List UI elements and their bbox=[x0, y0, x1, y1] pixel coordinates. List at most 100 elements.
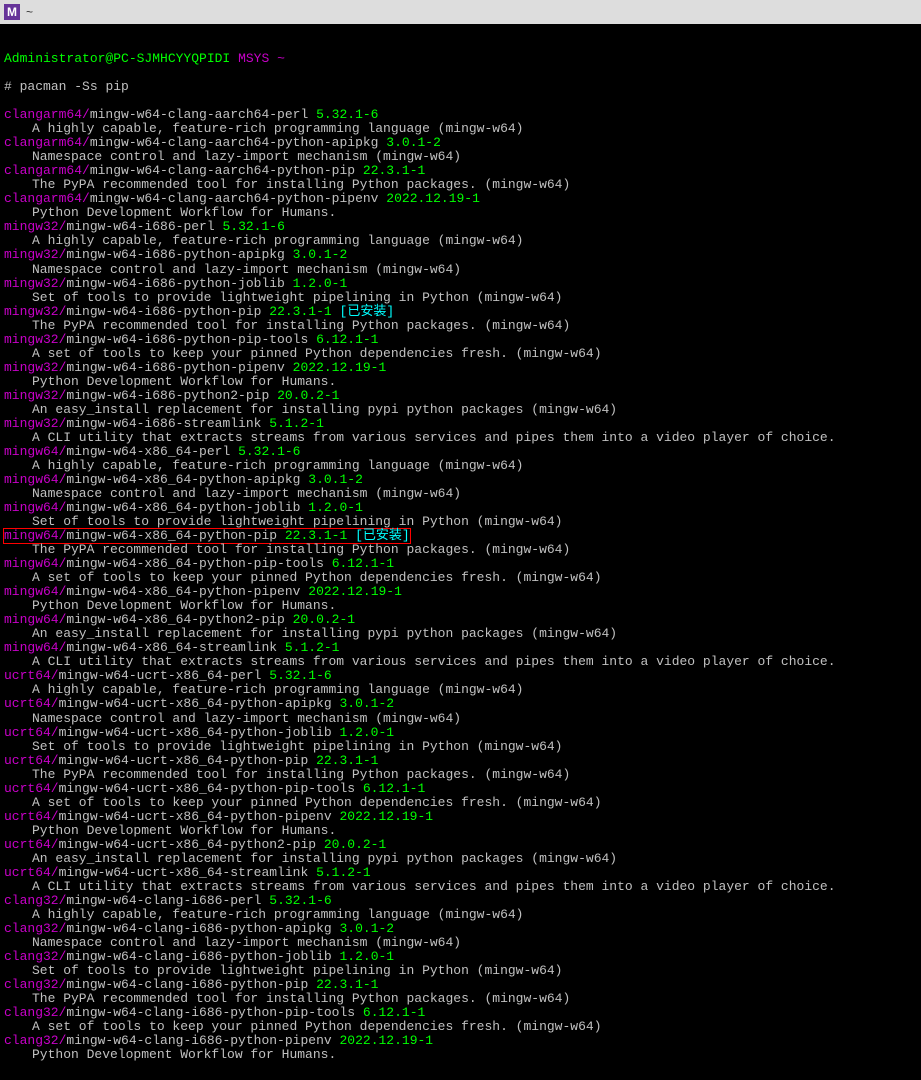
package-line: clang32/mingw-w64-clang-i686-perl 5.32.1… bbox=[4, 894, 917, 908]
package-repo: ucrt64/ bbox=[4, 809, 59, 824]
package-description: The PyPA recommended tool for installing… bbox=[4, 992, 917, 1006]
command-line: # pacman -Ss pip bbox=[4, 80, 917, 94]
package-line: mingw32/mingw-w64-i686-python2-pip 20.0.… bbox=[4, 389, 917, 403]
package-repo: clang32/ bbox=[4, 977, 66, 992]
package-description: Namespace control and lazy-import mechan… bbox=[4, 712, 917, 726]
package-version: 1.2.0-1 bbox=[339, 949, 394, 964]
package-entry: mingw64/mingw-w64-x86_64-python-pipenv 2… bbox=[4, 584, 402, 599]
package-description: The PyPA recommended tool for installing… bbox=[4, 768, 917, 782]
package-repo: clangarm64/ bbox=[4, 191, 90, 206]
package-line: mingw32/mingw-w64-i686-streamlink 5.1.2-… bbox=[4, 417, 917, 431]
package-entry: clang32/mingw-w64-clang-i686-python-pip-… bbox=[4, 1005, 425, 1020]
package-line: clangarm64/mingw-w64-clang-aarch64-pytho… bbox=[4, 164, 917, 178]
package-description: A set of tools to keep your pinned Pytho… bbox=[4, 571, 917, 585]
package-version: 5.32.1-6 bbox=[222, 219, 284, 234]
package-repo: ucrt64/ bbox=[4, 725, 59, 740]
package-description: The PyPA recommended tool for installing… bbox=[4, 178, 917, 192]
package-description: The PyPA recommended tool for installing… bbox=[4, 319, 917, 333]
package-line: clangarm64/mingw-w64-clang-aarch64-pytho… bbox=[4, 136, 917, 150]
package-description: A CLI utility that extracts streams from… bbox=[4, 880, 917, 894]
package-name: mingw-w64-x86_64-python-joblib bbox=[66, 500, 300, 515]
package-status: [已安装] bbox=[340, 304, 395, 319]
package-description: Set of tools to provide lightweight pipe… bbox=[4, 515, 917, 529]
package-line: mingw32/mingw-w64-i686-python-apipkg 3.0… bbox=[4, 248, 917, 262]
package-version: 3.0.1-2 bbox=[339, 921, 394, 936]
package-line: clang32/mingw-w64-clang-i686-python-apip… bbox=[4, 922, 917, 936]
package-repo: ucrt64/ bbox=[4, 753, 59, 768]
package-name: mingw-w64-ucrt-x86_64-python-pip-tools bbox=[59, 781, 355, 796]
package-line: mingw64/mingw-w64-x86_64-python-apipkg 3… bbox=[4, 473, 917, 487]
package-name: mingw-w64-x86_64-python2-pip bbox=[66, 612, 284, 627]
package-name: mingw-w64-x86_64-streamlink bbox=[66, 640, 277, 655]
package-line: mingw64/mingw-w64-x86_64-python-pip 22.3… bbox=[4, 529, 917, 543]
package-version: 6.12.1-1 bbox=[316, 332, 378, 347]
package-version: 5.32.1-6 bbox=[269, 893, 331, 908]
package-repo: mingw32/ bbox=[4, 219, 66, 234]
package-name: mingw-w64-i686-python-pipenv bbox=[66, 360, 284, 375]
package-description: An easy_install replacement for installi… bbox=[4, 852, 917, 866]
package-entry: mingw32/mingw-w64-i686-streamlink 5.1.2-… bbox=[4, 416, 324, 431]
package-entry: mingw32/mingw-w64-i686-python-apipkg 3.0… bbox=[4, 247, 347, 262]
package-description: Python Development Workflow for Humans. bbox=[4, 599, 917, 613]
package-repo: mingw64/ bbox=[4, 556, 66, 571]
package-line: ucrt64/mingw-w64-ucrt-x86_64-python-pip-… bbox=[4, 782, 917, 796]
package-line: mingw64/mingw-w64-x86_64-python2-pip 20.… bbox=[4, 613, 917, 627]
prompt-user: Administrator@PC-SJMHCYYQPIDI bbox=[4, 51, 230, 66]
package-version: 5.1.2-1 bbox=[285, 640, 340, 655]
package-repo: clangarm64/ bbox=[4, 135, 90, 150]
package-version: 2022.12.19-1 bbox=[339, 809, 433, 824]
package-name: mingw-w64-clang-i686-perl bbox=[66, 893, 261, 908]
package-repo: clangarm64/ bbox=[4, 163, 90, 178]
package-entry: mingw32/mingw-w64-i686-perl 5.32.1-6 bbox=[4, 219, 285, 234]
prompt-line: Administrator@PC-SJMHCYYQPIDI MSYS ~ bbox=[4, 52, 917, 66]
package-name: mingw-w64-clang-aarch64-python-apipkg bbox=[90, 135, 379, 150]
package-line: mingw64/mingw-w64-x86_64-python-pip-tool… bbox=[4, 557, 917, 571]
package-line: ucrt64/mingw-w64-ucrt-x86_64-python2-pip… bbox=[4, 838, 917, 852]
package-version: 22.3.1-1 bbox=[269, 304, 331, 319]
package-line: clang32/mingw-w64-clang-i686-python-jobl… bbox=[4, 950, 917, 964]
package-line: mingw64/mingw-w64-x86_64-python-joblib 1… bbox=[4, 501, 917, 515]
package-repo: mingw64/ bbox=[4, 640, 66, 655]
package-entry: mingw64/mingw-w64-x86_64-python2-pip 20.… bbox=[4, 612, 355, 627]
package-line: ucrt64/mingw-w64-ucrt-x86_64-python-pip … bbox=[4, 754, 917, 768]
package-repo: mingw32/ bbox=[4, 304, 66, 319]
package-entry: clang32/mingw-w64-clang-i686-python-pip … bbox=[4, 977, 379, 992]
package-description: A highly capable, feature-rich programmi… bbox=[4, 122, 917, 136]
package-line: mingw64/mingw-w64-x86_64-perl 5.32.1-6 bbox=[4, 445, 917, 459]
package-repo: ucrt64/ bbox=[4, 865, 59, 880]
package-description: Python Development Workflow for Humans. bbox=[4, 1048, 917, 1062]
titlebar[interactable]: M ~ bbox=[0, 0, 921, 24]
package-repo: ucrt64/ bbox=[4, 837, 59, 852]
package-version: 5.32.1-6 bbox=[269, 668, 331, 683]
package-name: mingw-w64-i686-python-pip bbox=[66, 304, 261, 319]
package-version: 6.12.1-1 bbox=[363, 1005, 425, 1020]
package-name: mingw-w64-x86_64-python-pipenv bbox=[66, 584, 300, 599]
package-entry: ucrt64/mingw-w64-ucrt-x86_64-python2-pip… bbox=[4, 837, 386, 852]
package-name: mingw-w64-clang-i686-python-pip bbox=[66, 977, 308, 992]
package-description: Set of tools to provide lightweight pipe… bbox=[4, 291, 917, 305]
package-name: mingw-w64-ucrt-x86_64-python-joblib bbox=[59, 725, 332, 740]
package-name: mingw-w64-clang-i686-python-pipenv bbox=[66, 1033, 331, 1048]
package-repo: clang32/ bbox=[4, 1005, 66, 1020]
package-description: A highly capable, feature-rich programmi… bbox=[4, 234, 917, 248]
package-repo: ucrt64/ bbox=[4, 696, 59, 711]
msys2-icon: M bbox=[4, 4, 20, 20]
package-entry: ucrt64/mingw-w64-ucrt-x86_64-python-apip… bbox=[4, 696, 394, 711]
terminal-content[interactable]: Administrator@PC-SJMHCYYQPIDI MSYS ~ # p… bbox=[0, 24, 921, 1080]
package-repo: clang32/ bbox=[4, 893, 66, 908]
package-repo: mingw32/ bbox=[4, 332, 66, 347]
package-version: 22.3.1-1 bbox=[316, 753, 378, 768]
package-version: 2022.12.19-1 bbox=[339, 1033, 433, 1048]
command-text: pacman -Ss pip bbox=[20, 79, 129, 94]
package-description: A set of tools to keep your pinned Pytho… bbox=[4, 796, 917, 810]
package-description: Namespace control and lazy-import mechan… bbox=[4, 936, 917, 950]
package-description: The PyPA recommended tool for installing… bbox=[4, 543, 917, 557]
package-version: 5.32.1-6 bbox=[238, 444, 300, 459]
package-description: Set of tools to provide lightweight pipe… bbox=[4, 740, 917, 754]
package-line: mingw64/mingw-w64-x86_64-streamlink 5.1.… bbox=[4, 641, 917, 655]
prompt-env: MSYS bbox=[238, 51, 269, 66]
package-version: 20.0.2-1 bbox=[293, 612, 355, 627]
package-version: 20.0.2-1 bbox=[277, 388, 339, 403]
package-version: 1.2.0-1 bbox=[339, 725, 394, 740]
package-description: A CLI utility that extracts streams from… bbox=[4, 655, 917, 669]
